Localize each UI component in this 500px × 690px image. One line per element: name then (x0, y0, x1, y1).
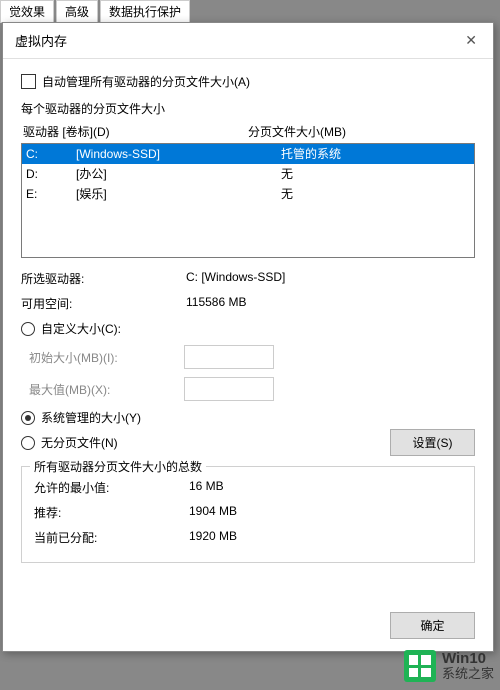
watermark-line2: 系统之家 (442, 667, 494, 681)
custom-size-radio[interactable] (21, 322, 35, 336)
free-space-row: 可用空间: 115586 MB (21, 295, 475, 312)
drive-size: 无 (281, 165, 470, 183)
auto-manage-row[interactable]: 自动管理所有驱动器的分页文件大小(A) (21, 73, 475, 90)
drive-row[interactable]: E: [娱乐] 无 (22, 184, 474, 204)
drive-letter: C: (26, 145, 76, 163)
drive-size: 托管的系统 (281, 145, 470, 163)
selected-drive-value: C: [Windows-SSD] (186, 270, 475, 287)
system-managed-label: 系统管理的大小(Y) (41, 409, 141, 426)
watermark-text: Win10 系统之家 (442, 651, 494, 682)
auto-manage-checkbox[interactable] (21, 74, 36, 89)
close-button[interactable]: ✕ (461, 32, 481, 49)
selected-drive-row: 所选驱动器: C: [Windows-SSD] (21, 270, 475, 287)
watermark-line1: Win10 (442, 651, 494, 668)
min-allowed-value: 16 MB (189, 479, 462, 496)
min-allowed-label: 允许的最小值: (34, 479, 189, 496)
no-pagefile-label: 无分页文件(N) (41, 434, 118, 451)
dialog-content: 自动管理所有驱动器的分页文件大小(A) 每个驱动器的分页文件大小 驱动器 [卷标… (3, 59, 493, 577)
free-space-label: 可用空间: (21, 295, 186, 312)
titlebar: 虚拟内存 ✕ (3, 23, 493, 59)
totals-legend: 所有驱动器分页文件大小的总数 (30, 458, 206, 475)
auto-manage-label: 自动管理所有驱动器的分页文件大小(A) (42, 73, 250, 90)
custom-size-label: 自定义大小(C): (41, 320, 121, 337)
initial-size-label: 初始大小(MB)(I): (29, 349, 184, 366)
no-pagefile-radio[interactable] (21, 436, 35, 450)
set-button[interactable]: 设置(S) (390, 429, 475, 456)
min-allowed-row: 允许的最小值: 16 MB (34, 479, 462, 496)
drive-row[interactable]: C: [Windows-SSD] 托管的系统 (22, 144, 474, 164)
recommended-value: 1904 MB (189, 504, 462, 521)
drive-label: [Windows-SSD] (76, 145, 281, 163)
drive-list[interactable]: C: [Windows-SSD] 托管的系统 D: [办公] 无 E: [娱乐]… (21, 143, 475, 258)
watermark: Win10 系统之家 (404, 650, 494, 682)
recommended-row: 推荐: 1904 MB (34, 504, 462, 521)
recommended-label: 推荐: (34, 504, 189, 521)
free-space-value: 115586 MB (186, 295, 475, 312)
drive-letter: E: (26, 185, 76, 203)
allocated-label: 当前已分配: (34, 529, 189, 546)
header-drive: 驱动器 [卷标](D) (23, 123, 248, 140)
drive-list-header: 驱动器 [卷标](D) 分页文件大小(MB) (21, 123, 475, 143)
dialog-title: 虚拟内存 (15, 31, 67, 50)
selected-drive-label: 所选驱动器: (21, 270, 186, 287)
system-managed-radio[interactable] (21, 411, 35, 425)
allocated-row: 当前已分配: 1920 MB (34, 529, 462, 546)
background-tabs: 觉效果 高级 数据执行保护 (0, 0, 190, 23)
max-size-row: 最大值(MB)(X): (21, 377, 475, 401)
virtual-memory-dialog: 虚拟内存 ✕ 自动管理所有驱动器的分页文件大小(A) 每个驱动器的分页文件大小 … (2, 22, 494, 652)
initial-size-input[interactable] (184, 345, 274, 369)
max-size-label: 最大值(MB)(X): (29, 381, 184, 398)
watermark-logo-icon (404, 650, 436, 682)
totals-fieldset: 所有驱动器分页文件大小的总数 允许的最小值: 16 MB 推荐: 1904 MB… (21, 466, 475, 563)
per-drive-label: 每个驱动器的分页文件大小 (21, 100, 475, 117)
drive-row[interactable]: D: [办公] 无 (22, 164, 474, 184)
dialog-button-bar: 确定 (390, 612, 475, 639)
bg-tab: 高级 (56, 0, 98, 23)
ok-button[interactable]: 确定 (390, 612, 475, 639)
system-managed-option[interactable]: 系统管理的大小(Y) (21, 409, 475, 426)
allocated-value: 1920 MB (189, 529, 462, 546)
max-size-input[interactable] (184, 377, 274, 401)
drive-label: [办公] (76, 165, 281, 183)
drive-label: [娱乐] (76, 185, 281, 203)
header-size: 分页文件大小(MB) (248, 123, 473, 140)
drive-size: 无 (281, 185, 470, 203)
bg-tab: 觉效果 (0, 0, 54, 23)
custom-size-option[interactable]: 自定义大小(C): (21, 320, 475, 337)
bg-tab: 数据执行保护 (100, 0, 190, 23)
initial-size-row: 初始大小(MB)(I): (21, 345, 475, 369)
drive-letter: D: (26, 165, 76, 183)
